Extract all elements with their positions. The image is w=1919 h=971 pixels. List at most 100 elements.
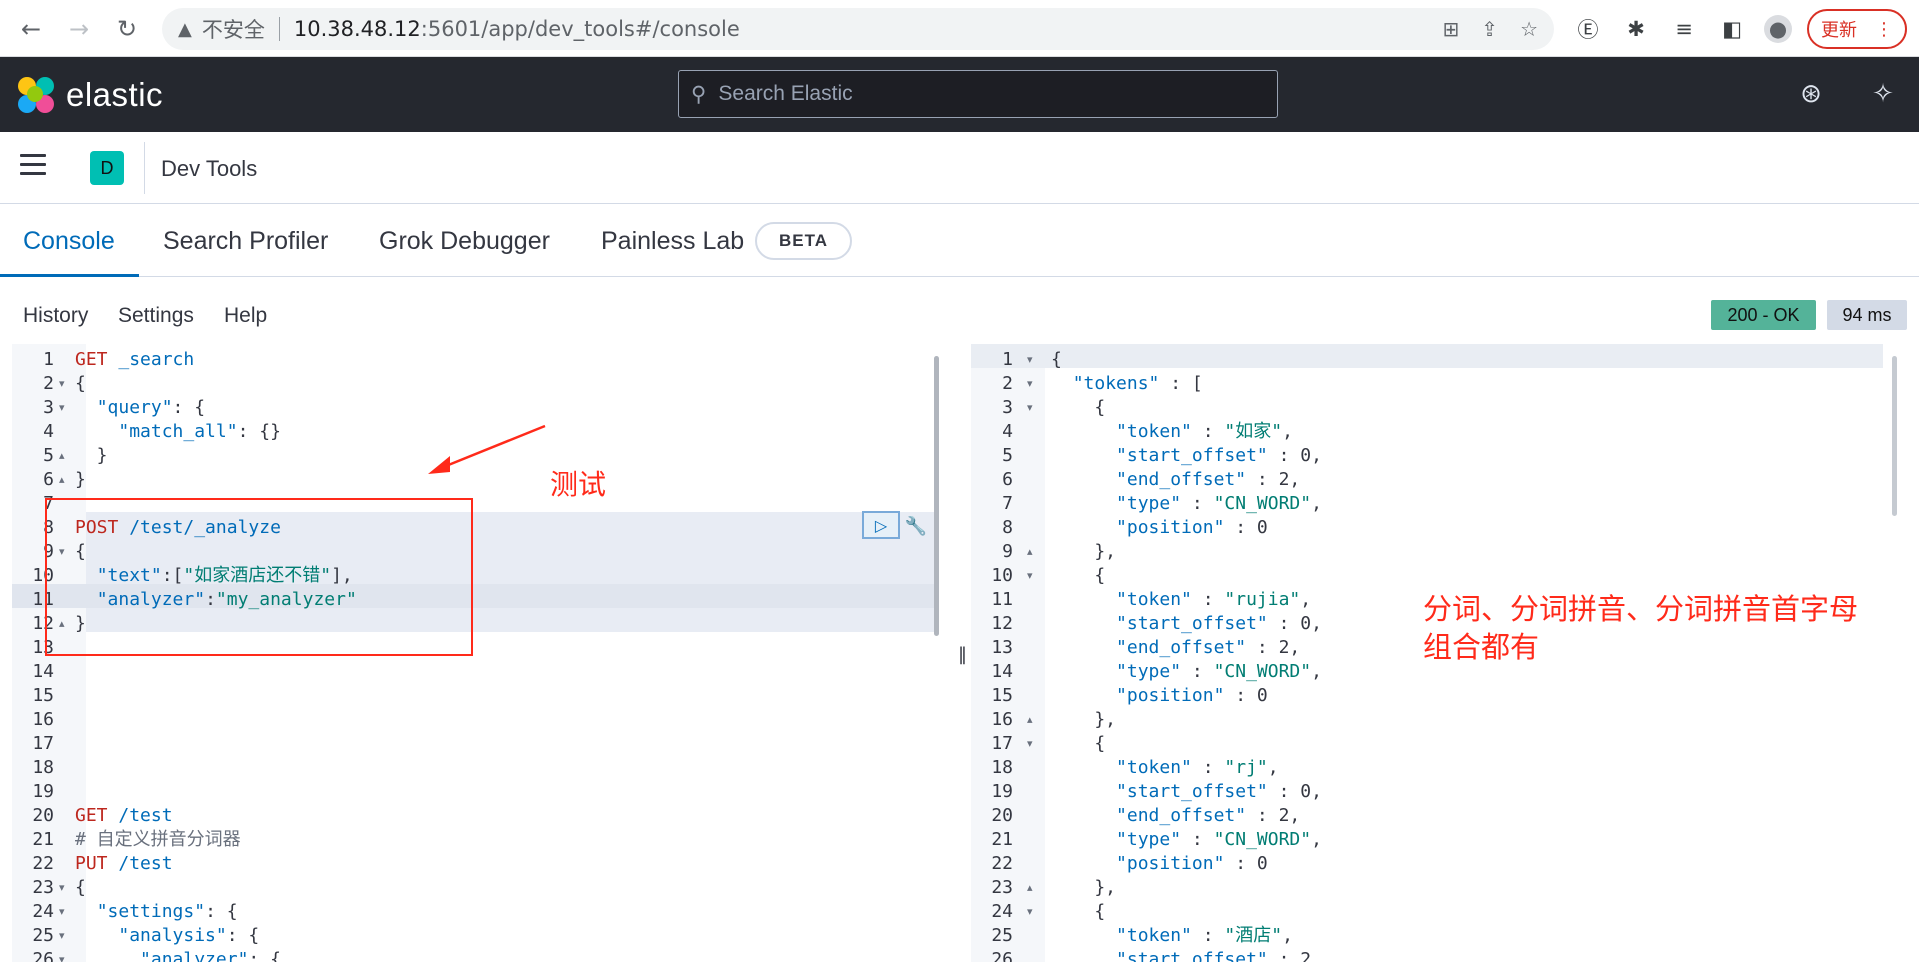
code-token: : 2, — [1246, 637, 1301, 658]
code-line: 15 — [12, 684, 948, 708]
code-text: } — [75, 444, 108, 468]
line-number: 15 — [991, 685, 1013, 706]
fold-toggle-icon[interactable]: ▾ — [59, 924, 65, 948]
code-token: { — [1051, 349, 1062, 370]
code-token: /test — [118, 853, 173, 874]
warning-icon[interactable]: ▲ — [178, 19, 192, 40]
share-icon[interactable]: ⇪ — [1481, 17, 1498, 41]
code-line: 19 — [12, 780, 948, 804]
code-text: "type" : "CN_WORD", — [1051, 492, 1322, 516]
line-number: 5 — [43, 445, 54, 466]
fold-toggle-icon[interactable]: ▾ — [59, 396, 65, 420]
fold-toggle-icon[interactable]: ▾ — [1027, 564, 1033, 588]
tab-search-profiler[interactable]: Search Profiler — [163, 227, 328, 256]
fold-toggle-icon[interactable]: ▾ — [1027, 348, 1033, 372]
tab-painless-lab[interactable]: Painless Lab — [601, 227, 744, 256]
code-token: : [ — [1159, 373, 1203, 394]
fold-toggle-icon[interactable]: ▾ — [1027, 396, 1033, 420]
translate-icon[interactable]: ⊞ — [1443, 17, 1460, 41]
code-line: 19 "start_offset" : 0, — [971, 780, 1901, 804]
request-time-badge: 94 ms — [1827, 300, 1907, 330]
bookmark-star-icon[interactable]: ☆ — [1520, 17, 1538, 41]
code-line: 23 ▾ { — [12, 876, 948, 900]
request-scrollbar[interactable] — [934, 356, 939, 636]
status-badge: 200 - OK — [1711, 300, 1816, 330]
code-text: { — [75, 876, 86, 900]
line-number: 14 — [32, 661, 54, 682]
code-line: 9 ▴ }, — [971, 540, 1901, 564]
back-arrow-icon[interactable]: ← — [16, 14, 46, 44]
url-path: :5601/app/dev_tools#/console — [420, 17, 740, 41]
code-token: "analyzer" — [140, 949, 249, 962]
code-token: "analysis" — [118, 925, 227, 946]
line-number: 1 — [1002, 349, 1013, 370]
address-bar[interactable]: ▲ 不安全 10.38.48.12:5601/app/dev_tools#/co… — [162, 8, 1554, 50]
help-icon[interactable]: ⊛ — [1794, 77, 1828, 111]
code-line: 7 "type" : "CN_WORD", — [971, 492, 1901, 516]
fold-toggle-icon[interactable]: ▾ — [59, 876, 65, 900]
forward-arrow-icon[interactable]: → — [64, 14, 94, 44]
help-link[interactable]: Help — [224, 304, 267, 328]
fold-toggle-icon[interactable]: ▴ — [1027, 540, 1033, 564]
code-token: : — [1191, 421, 1225, 442]
fold-toggle-icon[interactable]: ▴ — [59, 444, 65, 468]
line-number: 22 — [991, 853, 1013, 874]
fold-toggle-icon[interactable]: ▾ — [59, 372, 65, 396]
newsfeed-icon[interactable]: ✧ — [1866, 77, 1900, 111]
code-text: "position" : 0 — [1051, 852, 1268, 876]
fold-toggle-icon[interactable]: ▴ — [1027, 708, 1033, 732]
fold-toggle-icon[interactable]: ▾ — [59, 900, 65, 924]
beta-badge: BETA — [755, 222, 852, 260]
url-host: 10.38.48.12 — [293, 17, 421, 41]
code-token: , — [1311, 661, 1322, 682]
code-line: 24 ▾ "settings": { — [12, 900, 948, 924]
code-token: , — [1311, 493, 1322, 514]
code-line: 5 "start_offset" : 0, — [971, 444, 1901, 468]
code-token: "position" — [1116, 517, 1225, 538]
fold-toggle-icon[interactable]: ▴ — [59, 468, 65, 492]
elastic-logo[interactable]: elastic — [16, 75, 163, 115]
side-panel-icon[interactable]: ◧ — [1718, 15, 1746, 43]
pane-resize-handle[interactable]: ‖ — [958, 644, 967, 665]
code-token: "start_offset" — [1116, 445, 1268, 466]
code-token: # 自定义拼音分词器 — [75, 829, 241, 850]
fold-toggle-icon[interactable]: ▾ — [1027, 372, 1033, 396]
menu-hamburger-icon[interactable] — [20, 154, 46, 180]
fold-toggle-icon[interactable]: ▾ — [1027, 900, 1033, 924]
settings-link[interactable]: Settings — [118, 304, 194, 328]
code-line: 10 ▾ { — [971, 564, 1901, 588]
request-settings-wrench-icon[interactable]: 🔧 — [902, 513, 930, 539]
response-scrollbar[interactable] — [1892, 356, 1897, 516]
code-line: 25 ▾ "analysis": { — [12, 924, 948, 948]
send-request-play-icon[interactable]: ▷ — [862, 511, 900, 539]
code-line: 4 "token" : "如家", — [971, 420, 1901, 444]
line-number: 8 — [1002, 517, 1013, 538]
global-search-input[interactable] — [718, 82, 1259, 106]
profile-avatar-icon[interactable]: ● — [1764, 15, 1792, 43]
line-number: 10 — [991, 565, 1013, 586]
address-bar-actions: ⊞ ⇪ ☆ — [1443, 17, 1538, 41]
history-link[interactable]: History — [23, 304, 88, 328]
fold-toggle-icon[interactable]: ▴ — [1027, 876, 1033, 900]
code-token: "start_offset" — [1116, 949, 1268, 962]
line-number: 20 — [991, 805, 1013, 826]
tab-console[interactable]: Console — [23, 227, 115, 256]
extensions-puzzle-icon[interactable]: ✱ — [1622, 15, 1650, 43]
line-number: 19 — [991, 781, 1013, 802]
space-avatar[interactable]: D — [90, 151, 124, 185]
code-text: { — [75, 372, 86, 396]
update-button[interactable]: 更新 ⋮ — [1807, 9, 1907, 49]
fold-toggle-icon[interactable]: ▾ — [1027, 732, 1033, 756]
reload-icon[interactable]: ↻ — [112, 14, 142, 44]
tab-grok-debugger[interactable]: Grok Debugger — [379, 227, 550, 256]
fold-toggle-icon[interactable]: ▾ — [59, 948, 65, 962]
extension-e-icon[interactable]: Ⓔ — [1574, 15, 1602, 43]
global-search[interactable]: ⚲ — [678, 70, 1278, 118]
reading-list-icon[interactable]: ≡ — [1670, 15, 1698, 43]
